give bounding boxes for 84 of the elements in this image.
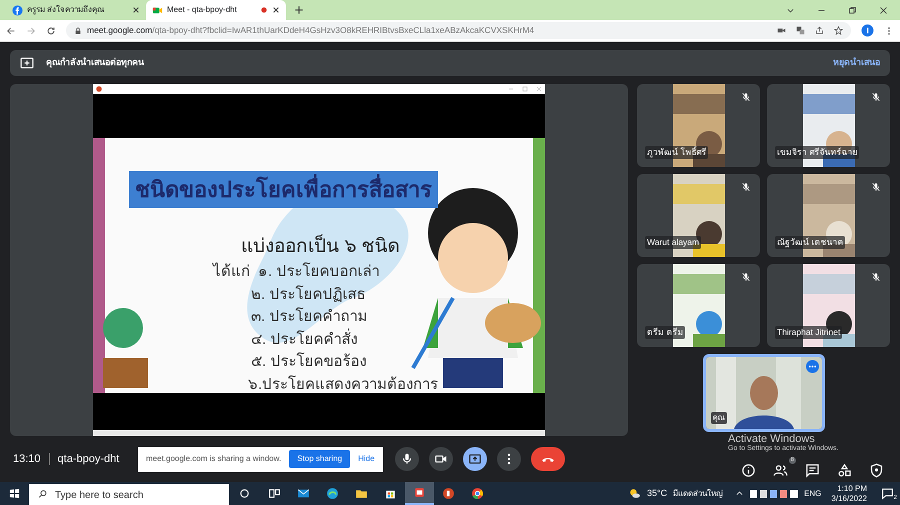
participant-name: Thiraphat Jitrinet — [775, 326, 842, 339]
participant-name: ภูวพัฒน์ โพธิ์ศรี — [645, 146, 708, 159]
browser-tab[interactable]: ครูรม ส่งใจความถึงคุณ — [6, 0, 146, 20]
browser-circle-icon — [471, 487, 484, 500]
slide-title: ชนิดของประโยคเพื่อการสื่อสาร — [129, 171, 438, 208]
more-options-icon[interactable] — [806, 360, 818, 373]
reload-icon[interactable] — [46, 26, 56, 36]
weather-text: มีแดดส่วนใหญ่ — [673, 488, 724, 500]
shapes-icon — [836, 462, 852, 478]
meeting-time: 13:10 — [13, 452, 41, 467]
cortana-circle-icon[interactable] — [239, 488, 250, 499]
url-text: meet.google.com/qta-bpoy-dht?fbclid=IwAR1thUarKDdeH4GsHzv3O8kREHRIBtvsBxeCLla1xeABzAkcaKCVXSKHrM4 — [87, 24, 534, 37]
sun-cloud-icon — [628, 487, 641, 500]
language-indicator[interactable]: ENG — [804, 488, 822, 500]
sharing-notice-text: meet.google.com is sharing a window. — [146, 453, 282, 465]
browser-swirl-icon — [326, 487, 339, 500]
more-button[interactable] — [496, 447, 521, 471]
windows-logo-icon[interactable] — [9, 488, 20, 499]
info-button[interactable] — [740, 462, 756, 478]
chat-icon — [804, 462, 820, 478]
slide-list-item: ๖.ประโยคแสดงความต้องการ — [248, 374, 438, 393]
tab-title: ครูรม ส่งใจความถึงคุณ — [27, 4, 106, 16]
people-icon — [772, 462, 788, 478]
facebook-logo-icon — [12, 4, 23, 16]
shield-button[interactable] — [868, 462, 884, 478]
slide-list-item: ๓. ประโยคคำถาม — [251, 306, 368, 327]
chat-button[interactable] — [804, 462, 820, 478]
new-tab-icon[interactable] — [294, 5, 304, 15]
speech-bubble-icon — [881, 487, 894, 500]
taskbar-app-button[interactable] — [405, 482, 434, 505]
browser-tab[interactable]: Meet - qta-bpoy-dht — [146, 0, 286, 20]
microphone-button[interactable] — [394, 447, 419, 471]
hide-button[interactable]: Hide — [358, 453, 375, 465]
shapes-button[interactable] — [836, 462, 852, 478]
shield-icon — [868, 462, 884, 478]
address-bar[interactable]: meet.google.com/qta-bpoy-dht?fbclid=IwAR1thUarKDdeH4GsHzv3O8kREHRIBtvsBxeCLla1xeABzAkcaKCVXSKHrM4 — [66, 22, 851, 39]
profile-avatar-icon[interactable] — [861, 24, 874, 37]
slide-list-item: ๕. ประโยคขอร้อง — [251, 351, 366, 372]
star-icon[interactable] — [834, 26, 843, 35]
close-icon[interactable] — [272, 6, 280, 14]
close-icon — [536, 86, 542, 92]
share-icon[interactable] — [815, 26, 824, 35]
stop-sharing-button[interactable]: Stop sharing — [289, 450, 350, 468]
slide-list-item: ๔. ประโยคคำสั่ง — [251, 328, 358, 350]
hang-up-button[interactable] — [530, 447, 565, 471]
camera-icon[interactable] — [777, 26, 786, 35]
recording-dot-icon — [260, 6, 268, 14]
participant-name: Warut alayam — [645, 236, 702, 249]
tab-title: Meet - qta-bpoy-dht — [167, 4, 238, 16]
activation-title: Activate Windows — [728, 433, 815, 445]
taskbar-clock[interactable]: 1:10 PM 3/16/2022 — [831, 484, 867, 504]
present-screen-icon — [413, 486, 426, 499]
stop-presenting-button[interactable]: หยุดนำเสนอ — [833, 56, 880, 70]
close-icon[interactable] — [879, 6, 888, 14]
close-icon[interactable] — [132, 6, 140, 14]
taskbar-search-field[interactable]: Type here to search — [29, 484, 229, 505]
restore-icon — [522, 86, 528, 92]
slide-text: ได้แก่ — [213, 262, 250, 282]
info-icon — [740, 462, 756, 478]
tray-icons-drawing — [750, 489, 798, 498]
video-camera-button[interactable] — [428, 447, 453, 471]
lock-icon — [74, 26, 82, 34]
minimize-icon — [508, 86, 514, 92]
present-screen-icon — [468, 452, 482, 466]
banner-text: คุณกำลังนำเสนอต่อทุกคน — [46, 56, 144, 70]
back-icon[interactable] — [6, 26, 16, 36]
task-view-icon — [268, 487, 281, 500]
meeting-code: qta-bpoy-dht — [58, 452, 120, 467]
envelope-icon — [297, 487, 310, 500]
participant-name: เขมจิรา ศรีจันทร์ฉาย — [775, 146, 860, 159]
present-screen-icon — [20, 56, 34, 70]
people-button[interactable] — [772, 462, 788, 478]
participant-name: ณัฐวัฒน์ เดชนาค — [775, 236, 846, 249]
weather-temperature: 35°C — [646, 486, 668, 500]
slide-subtitle: แบ่งออกเป็น ๖ ชนิด — [241, 233, 400, 259]
chevron-up-icon[interactable] — [735, 489, 744, 498]
present-screen-button[interactable] — [462, 447, 487, 471]
slides-app-icon — [442, 487, 455, 500]
slide-list-item: ๒. ประโยคปฏิเสธ — [251, 284, 366, 304]
participant-name: ดรีม ดรีม — [645, 326, 686, 339]
participant-name: คุณ — [710, 412, 726, 424]
search-icon — [38, 489, 48, 499]
restore-icon[interactable] — [848, 6, 857, 14]
slide-list-item: ๑. ประโยคบอกเล่า — [258, 261, 380, 282]
